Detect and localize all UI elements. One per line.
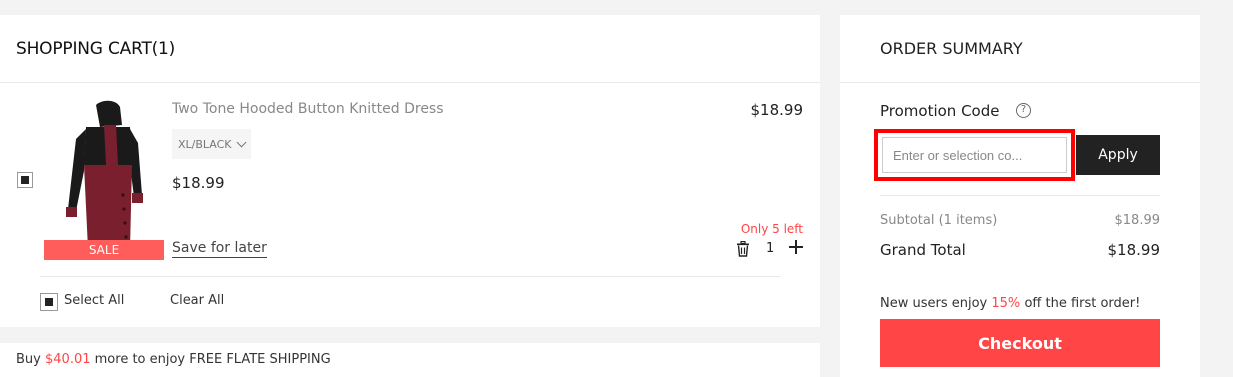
free-shipping-banner: Buy $40.01 more to enjoy FREE FLATE SHIP… — [0, 343, 820, 377]
cart-title: SHOPPING CART(1) — [16, 38, 176, 59]
subtotal-value: $18.99 — [1114, 213, 1161, 228]
clear-all-link[interactable]: Clear All — [170, 293, 224, 308]
chevron-down-icon — [236, 137, 246, 148]
item-divider — [40, 276, 780, 277]
new-user-promo-note: New users enjoy 15% off the first order! — [880, 296, 1140, 311]
cart-header: SHOPPING CART(1) — [0, 15, 820, 83]
summary-divider — [880, 195, 1160, 196]
product-price: $18.99 — [172, 174, 225, 192]
summary-header: ORDER SUMMARY — [840, 15, 1200, 83]
line-total-price: $18.99 — [750, 101, 804, 119]
help-icon[interactable]: ? — [1016, 103, 1031, 118]
grand-total-value: $18.99 — [1107, 241, 1161, 259]
shipping-prefix: Buy — [16, 352, 41, 367]
sale-tag: SALE — [44, 240, 164, 260]
product-image[interactable] — [44, 99, 164, 259]
quantity-value: 1 — [766, 241, 775, 256]
plus-icon[interactable] — [788, 239, 804, 255]
select-all-checkbox[interactable] — [40, 293, 58, 311]
variant-select[interactable]: XL/BLACK — [172, 129, 251, 159]
variant-value: XL/BLACK — [178, 137, 232, 151]
cart-panel: SHOPPING CART(1) SALE Two Tone Hooded Bu… — [0, 15, 820, 327]
stock-warning: Only 5 left — [740, 222, 803, 236]
subtotal-label: Subtotal (1 items) — [880, 213, 998, 228]
checkout-button[interactable]: Checkout — [880, 319, 1160, 367]
cart-item-row: SALE Two Tone Hooded Button Knitted Dres… — [0, 84, 820, 276]
product-name-link[interactable]: Two Tone Hooded Button Knitted Dress — [172, 101, 444, 117]
select-all-label[interactable]: Select All — [64, 293, 124, 308]
promo-code-label: Promotion Code — [880, 102, 1000, 120]
shipping-amount: $40.01 — [45, 352, 91, 367]
order-summary-panel: ORDER SUMMARY Promotion Code ? Apply Sub… — [840, 15, 1200, 377]
shipping-suffix: more to enjoy FREE FLATE SHIPPING — [94, 352, 331, 367]
trash-icon[interactable] — [736, 241, 750, 257]
new-user-discount: 15% — [991, 296, 1021, 311]
item-checkbox[interactable] — [17, 172, 33, 188]
new-user-suffix: off the first order! — [1024, 296, 1141, 311]
save-for-later-link[interactable]: Save for later — [172, 240, 267, 258]
new-user-prefix: New users enjoy — [880, 296, 988, 311]
summary-title: ORDER SUMMARY — [880, 39, 1023, 58]
grand-total-label: Grand Total — [880, 241, 966, 259]
promo-code-input[interactable] — [882, 137, 1067, 173]
apply-button[interactable]: Apply — [1076, 135, 1160, 175]
